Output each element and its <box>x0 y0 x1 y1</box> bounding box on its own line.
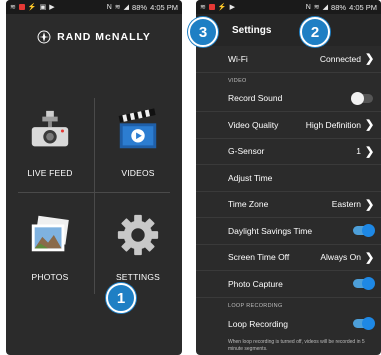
videos-button[interactable]: VIDEOS <box>94 90 182 190</box>
time-zone-value: Eastern <box>331 199 361 210</box>
adjust-time-setting[interactable]: Adjust Time <box>196 165 381 192</box>
chevron-right-icon: ❯ <box>365 198 375 211</box>
screen-time-off-value: Always On <box>320 252 361 263</box>
photo-capture-toggle[interactable] <box>353 277 375 291</box>
photo-capture-setting: Photo Capture <box>196 271 381 298</box>
signal-icon: ≋ <box>10 3 16 11</box>
gsensor-setting[interactable]: G-Sensor 1 ❯ <box>196 139 381 165</box>
photos-label: PHOTOS <box>31 272 69 282</box>
dst-toggle[interactable] <box>353 224 375 238</box>
page-title: Settings <box>232 24 272 36</box>
time-zone-setting[interactable]: Time Zone Eastern ❯ <box>196 192 381 218</box>
camera-icon <box>31 110 69 147</box>
video-quality-value: High Definition <box>305 119 361 130</box>
brand-name: RAND McNALLY <box>57 31 151 43</box>
dst-label: Daylight Savings Time <box>228 225 313 236</box>
wifi-label: Wi-Fi <box>228 53 248 64</box>
image-icon: ▣ <box>39 3 47 11</box>
wifi-icon: ≋ <box>313 3 320 11</box>
loop-recording-toggle[interactable] <box>353 317 375 331</box>
signal-icon: ≋ <box>200 3 206 11</box>
clock: 4:05 PM <box>349 2 377 12</box>
wifi-setting[interactable]: Wi-Fi Connected ❯ <box>196 46 381 73</box>
videos-label: VIDEOS <box>121 168 155 178</box>
live-feed-label: LIVE FEED <box>27 168 73 178</box>
time-zone-label: Time Zone <box>228 199 269 210</box>
settings-label: SETTINGS <box>115 272 161 282</box>
usb-icon: ⚡ <box>27 3 37 11</box>
home-screen: ≋ ⚡ ▣ ▶ N ≋ ◢ 88% 4:05 PM RAND McNALLY L… <box>6 0 182 355</box>
section-header-loop-recording: LOOP RECORDING <box>228 302 283 309</box>
callout-badge-1: 1 <box>106 283 136 313</box>
home-menu-grid: LIVE FEED VIDEOS PHOTOS SETTINGS <box>6 90 182 294</box>
chevron-right-icon: ❯ <box>365 53 375 66</box>
record-sound-toggle[interactable] <box>351 91 373 105</box>
photo-icon <box>31 215 69 252</box>
battery-level: 88% <box>331 2 347 12</box>
loop-recording-label: Loop Recording <box>228 318 289 329</box>
nfc-icon: N <box>106 3 112 11</box>
settings-screen: ≋ ⚡ ▶ N ≋ ◢ 88% 4:05 PM ← Settings Wi-Fi… <box>196 0 381 355</box>
photos-button[interactable]: PHOTOS <box>6 194 94 294</box>
settings-list: Wi-Fi Connected ❯ VIDEO Record Sound Vid… <box>196 46 381 353</box>
photo-capture-label: Photo Capture <box>228 278 283 289</box>
callout-badge-2: 2 <box>300 17 330 47</box>
wifi-value: Connected <box>319 53 361 64</box>
record-sound-label: Record Sound <box>228 93 283 104</box>
compass-logo-icon <box>37 30 51 44</box>
chevron-right-icon: ❯ <box>365 145 375 158</box>
gear-icon <box>117 214 159 256</box>
grid-divider-horizontal <box>18 192 170 193</box>
dst-setting: Daylight Savings Time <box>196 218 381 245</box>
screen-time-off-setting[interactable]: Screen Time Off Always On ❯ <box>196 245 381 271</box>
clock: 4:05 PM <box>150 2 178 12</box>
cell-signal-icon: ◢ <box>123 3 130 11</box>
live-feed-button[interactable]: LIVE FEED <box>6 90 94 190</box>
status-bar: ≋ ⚡ ▶ N ≋ ◢ 88% 4:05 PM <box>196 0 381 14</box>
cell-signal-icon: ◢ <box>322 3 329 11</box>
section-header-video: VIDEO <box>228 77 247 84</box>
notification-icon <box>18 4 25 10</box>
play-icon: ▶ <box>49 3 55 11</box>
adjust-time-label: Adjust Time <box>228 172 273 183</box>
notification-icon <box>208 4 215 10</box>
chevron-right-icon: ❯ <box>365 119 375 132</box>
clapperboard-icon <box>118 108 157 149</box>
video-quality-label: Video Quality <box>228 119 279 130</box>
play-icon: ▶ <box>229 3 235 11</box>
loop-recording-note: When loop recording is turned off, video… <box>228 339 365 352</box>
callout-badge-3: 3 <box>188 17 218 47</box>
status-bar: ≋ ⚡ ▣ ▶ N ≋ ◢ 88% 4:05 PM <box>6 0 182 14</box>
record-sound-setting: Record Sound <box>196 86 381 112</box>
video-quality-setting[interactable]: Video Quality High Definition ❯ <box>196 112 381 139</box>
screen-time-off-label: Screen Time Off <box>228 252 290 263</box>
chevron-right-icon: ❯ <box>365 251 375 264</box>
nfc-icon: N <box>305 3 311 11</box>
wifi-icon: ≋ <box>114 3 121 11</box>
settings-app-bar: ← Settings <box>196 14 381 46</box>
battery-level: 88% <box>132 2 148 12</box>
brand-header: RAND McNALLY <box>6 14 182 60</box>
usb-icon: ⚡ <box>217 3 227 11</box>
settings-button[interactable]: SETTINGS <box>94 194 182 294</box>
loop-recording-setting: Loop Recording <box>196 311 381 338</box>
gsensor-value: 1 <box>356 146 361 157</box>
gsensor-label: G-Sensor <box>228 146 265 157</box>
